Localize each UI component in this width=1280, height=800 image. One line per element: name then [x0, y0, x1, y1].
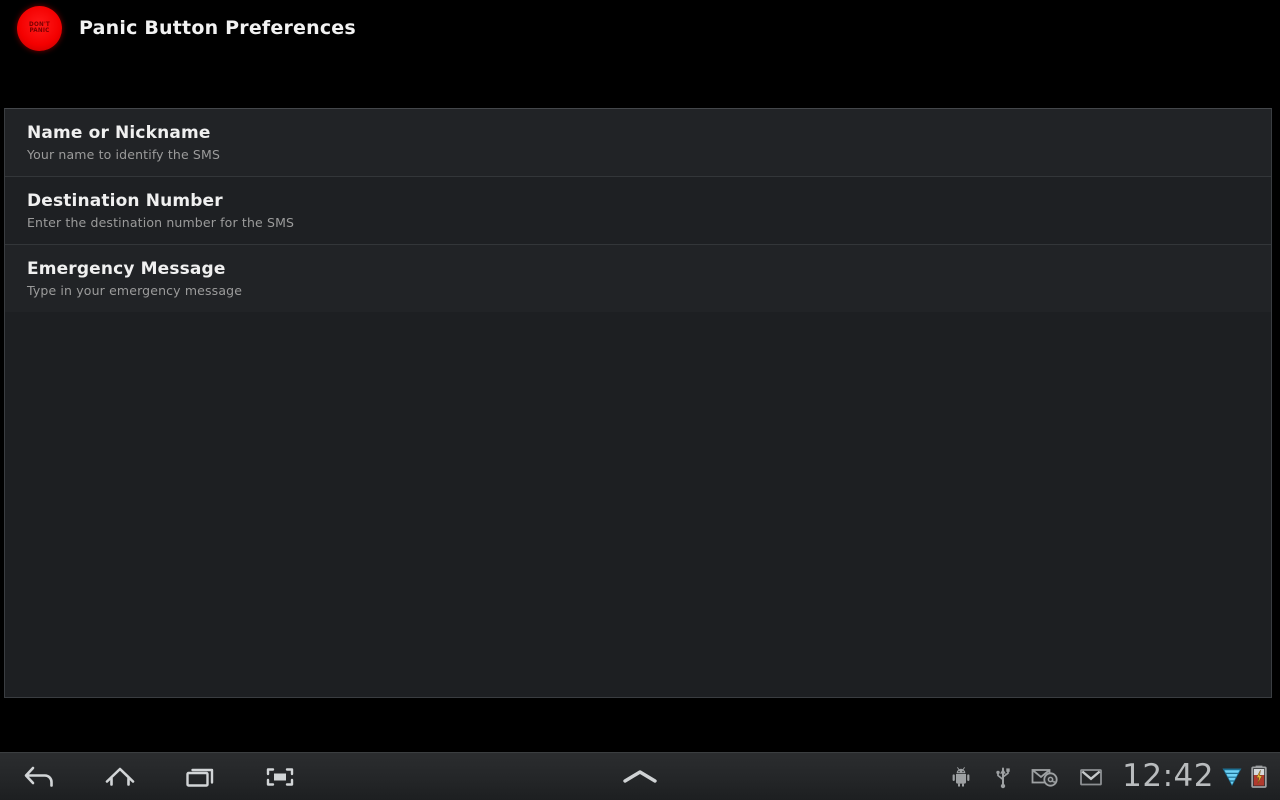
back-icon — [24, 766, 53, 787]
home-button[interactable] — [80, 753, 160, 800]
back-button[interactable] — [0, 753, 80, 800]
action-bar: DON'T PANIC Panic Button Preferences — [0, 0, 1280, 108]
preferences-panel: Name or Nickname Your name to identify t… — [4, 108, 1272, 698]
preference-summary: Enter the destination number for the SMS — [27, 215, 295, 230]
app-icon-container[interactable]: DON'T PANIC — [17, 6, 62, 51]
page-title: Panic Button Preferences — [79, 17, 356, 39]
preference-summary: Type in your emergency message — [27, 283, 243, 298]
android-system-status[interactable] — [938, 753, 984, 800]
preference-item-destination-number[interactable]: Destination Number Enter the destination… — [5, 176, 1271, 244]
email-status[interactable] — [1022, 753, 1068, 800]
preference-title: Destination Number — [27, 191, 223, 211]
preferences-list: Name or Nickname Your name to identify t… — [5, 109, 1271, 692]
usb-status[interactable] — [984, 753, 1022, 800]
battery-status[interactable] — [1244, 753, 1274, 800]
navigation-button-group — [0, 753, 320, 800]
gmail-status[interactable] — [1068, 753, 1114, 800]
home-icon — [105, 767, 135, 786]
battery-charging-icon — [1251, 765, 1267, 788]
usb-icon — [996, 767, 1010, 788]
email-at-icon — [1031, 768, 1058, 787]
chevron-up-icon — [623, 769, 657, 783]
screenshot-button[interactable] — [240, 753, 320, 800]
preferences-empty-area — [5, 312, 1271, 692]
gmail-icon — [1080, 768, 1103, 785]
status-icon-group: 12:42 — [938, 753, 1274, 800]
preference-summary: Your name to identify the SMS — [27, 147, 221, 162]
android-robot-icon — [952, 766, 970, 787]
recent-apps-button[interactable] — [160, 753, 240, 800]
preference-item-name-or-nickname[interactable]: Name or Nickname Your name to identify t… — [5, 109, 1271, 176]
preference-item-emergency-message[interactable]: Emergency Message Type in your emergency… — [5, 244, 1271, 312]
preference-title: Emergency Message — [27, 259, 226, 279]
recents-icon — [186, 768, 214, 787]
screenshot-icon — [266, 767, 294, 786]
app-icon-label: DON'T PANIC — [29, 21, 50, 35]
status-clock[interactable]: 12:42 — [1114, 753, 1220, 800]
android-tablet-screen: DON'T PANIC Panic Button Preferences Nam… — [0, 0, 1280, 800]
preference-title: Name or Nickname — [27, 123, 211, 143]
system-navigation-bar: 12:42 — [0, 752, 1280, 800]
menu-chevron-button[interactable] — [612, 753, 668, 800]
wifi-signal-icon — [1222, 768, 1242, 786]
wifi-status[interactable] — [1220, 753, 1244, 800]
panic-button-app-icon[interactable]: DON'T PANIC — [17, 6, 62, 51]
